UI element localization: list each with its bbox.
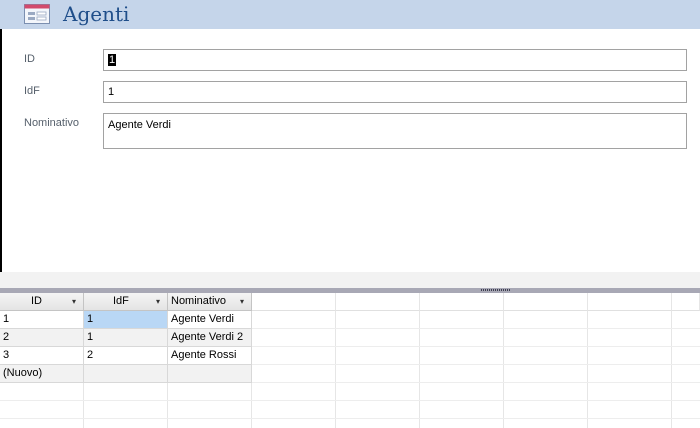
idf-field[interactable]: 1 [103, 81, 687, 103]
idf-field-value: 1 [108, 86, 115, 98]
nominativo-field-value: Agente Verdi [108, 119, 171, 131]
new-record-cell-idf[interactable] [84, 365, 168, 383]
table-cell-nominativo[interactable]: Agente Verdi [168, 311, 252, 329]
table-cell-idf[interactable]: 1 [84, 311, 168, 329]
table-cell-id[interactable]: 2 [0, 329, 84, 347]
field-label-id: ID [24, 53, 35, 65]
column-header-empty [588, 293, 672, 311]
nominativo-field[interactable]: Agente Verdi [103, 113, 687, 149]
field-label-nominativo: Nominativo [24, 117, 80, 129]
table-row[interactable]: 3 2 Agente Rossi [0, 347, 252, 365]
column-header-nominativo[interactable]: Nominativo ▾ [168, 293, 252, 311]
column-header-idf-label: IdF [113, 295, 129, 307]
column-header-idf[interactable]: IdF ▾ [84, 293, 168, 311]
column-header-empty [672, 293, 700, 311]
column-filter-arrow-icon[interactable]: ▾ [240, 293, 244, 310]
field-label-idf: IdF [24, 85, 40, 97]
column-header-empty [504, 293, 588, 311]
form-header: Agenti [0, 0, 700, 29]
id-field[interactable]: 1 [103, 49, 687, 71]
column-header-empty [420, 293, 504, 311]
table-cell-id[interactable]: 1 [0, 311, 84, 329]
new-record-cell[interactable]: (Nuovo) [0, 365, 84, 383]
column-header-nominativo-label: Nominativo [171, 295, 227, 307]
table-cell-id[interactable]: 3 [0, 347, 84, 365]
column-header-empty [252, 293, 336, 311]
id-field-value: 1 [108, 54, 117, 66]
table-cell-idf[interactable]: 1 [84, 329, 168, 347]
form-title: Agenti [63, 2, 130, 26]
table-row[interactable]: 1 1 Agente Verdi [0, 311, 252, 329]
datasheet: ID ▾ IdF ▾ Nominativo ▾ 1 1 Agente Verdi… [0, 293, 700, 428]
table-cell-idf[interactable]: 2 [84, 347, 168, 365]
table-cell-nominativo[interactable]: Agente Verdi 2 [168, 329, 252, 347]
table-cell-nominativo[interactable]: Agente Rossi [168, 347, 252, 365]
column-header-id[interactable]: ID ▾ [0, 293, 84, 311]
column-filter-arrow-icon[interactable]: ▾ [72, 293, 76, 310]
form-footer-strip [0, 272, 700, 288]
new-record-cell-nominativo[interactable] [168, 365, 252, 383]
column-filter-arrow-icon[interactable]: ▾ [156, 293, 160, 310]
column-header-id-label: ID [31, 295, 42, 307]
new-record-row[interactable]: (Nuovo) [0, 365, 252, 383]
form-icon [24, 4, 50, 24]
table-row[interactable]: 2 1 Agente Verdi 2 [0, 329, 252, 347]
splitter-grip-icon[interactable] [481, 289, 511, 291]
column-header-empty [336, 293, 420, 311]
form-body: ID 1 IdF 1 Nominativo Agente Verdi [0, 29, 700, 272]
